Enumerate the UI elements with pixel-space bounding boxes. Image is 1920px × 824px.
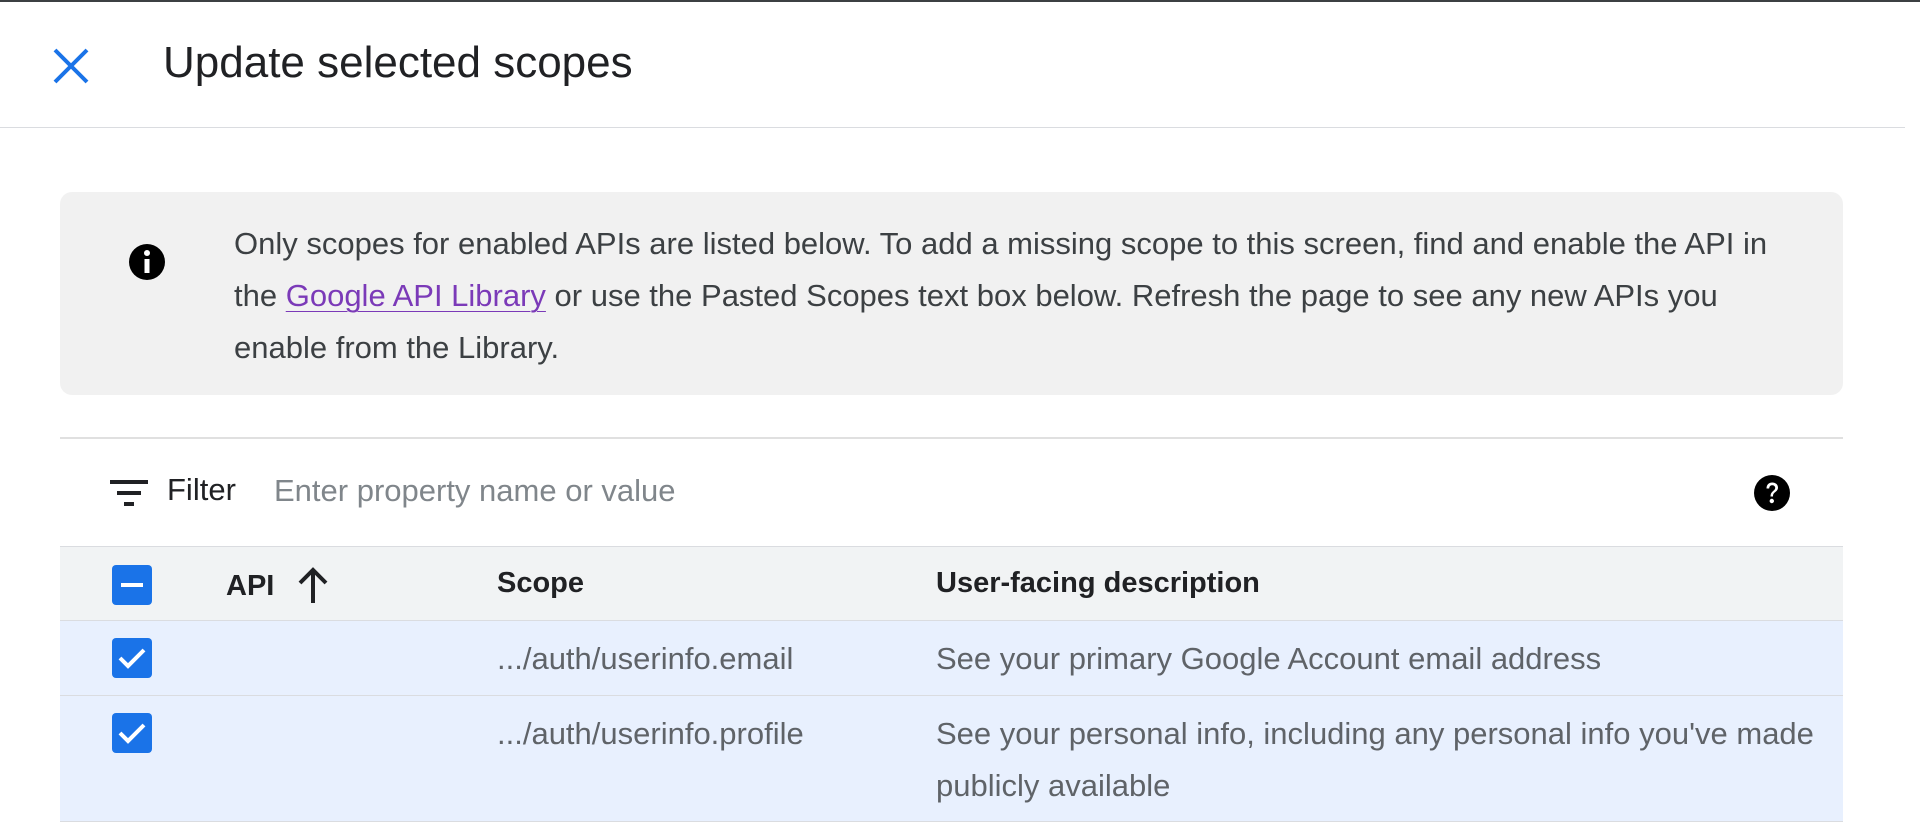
filter-icon	[110, 480, 148, 506]
table-header: API Scope User-facing description	[60, 546, 1843, 621]
checkmark-icon	[118, 648, 146, 669]
info-icon	[129, 244, 165, 280]
select-all-checkbox[interactable]	[112, 565, 152, 605]
column-header-api[interactable]: API	[226, 567, 330, 605]
filter-label: Filter	[167, 472, 236, 507]
table-row[interactable]: .../auth/userinfo.email See your primary…	[60, 621, 1843, 696]
close-icon	[53, 48, 89, 84]
scopes-table: Filter API Scope User-facing description	[60, 437, 1843, 822]
google-api-library-link[interactable]: Google API Library	[286, 278, 546, 313]
column-header-description: User-facing description	[936, 567, 1260, 599]
checkmark-icon	[118, 723, 146, 744]
help-icon[interactable]	[1752, 473, 1792, 513]
scope-cell: .../auth/userinfo.profile	[497, 716, 804, 751]
info-message: Only scopes for enabled APIs are listed …	[234, 218, 1794, 374]
panel-header: Update selected scopes	[0, 2, 1905, 128]
description-cell: See your personal info, including any pe…	[936, 716, 1814, 803]
description-cell: See your primary Google Account email ad…	[936, 641, 1602, 676]
column-header-scope: Scope	[497, 567, 585, 599]
row-checkbox[interactable]	[112, 713, 152, 753]
table-row[interactable]: .../auth/userinfo.profile See your perso…	[60, 696, 1843, 822]
scope-cell: .../auth/userinfo.email	[497, 641, 794, 676]
filter-input[interactable]	[272, 463, 1272, 519]
filter-bar: Filter	[60, 439, 1843, 546]
column-header-api-label: API	[226, 569, 275, 602]
indeterminate-icon	[121, 583, 143, 587]
arrow-up-icon	[298, 567, 328, 603]
row-checkbox[interactable]	[112, 638, 152, 678]
close-button[interactable]	[36, 36, 106, 96]
page-title: Update selected scopes	[163, 38, 633, 87]
